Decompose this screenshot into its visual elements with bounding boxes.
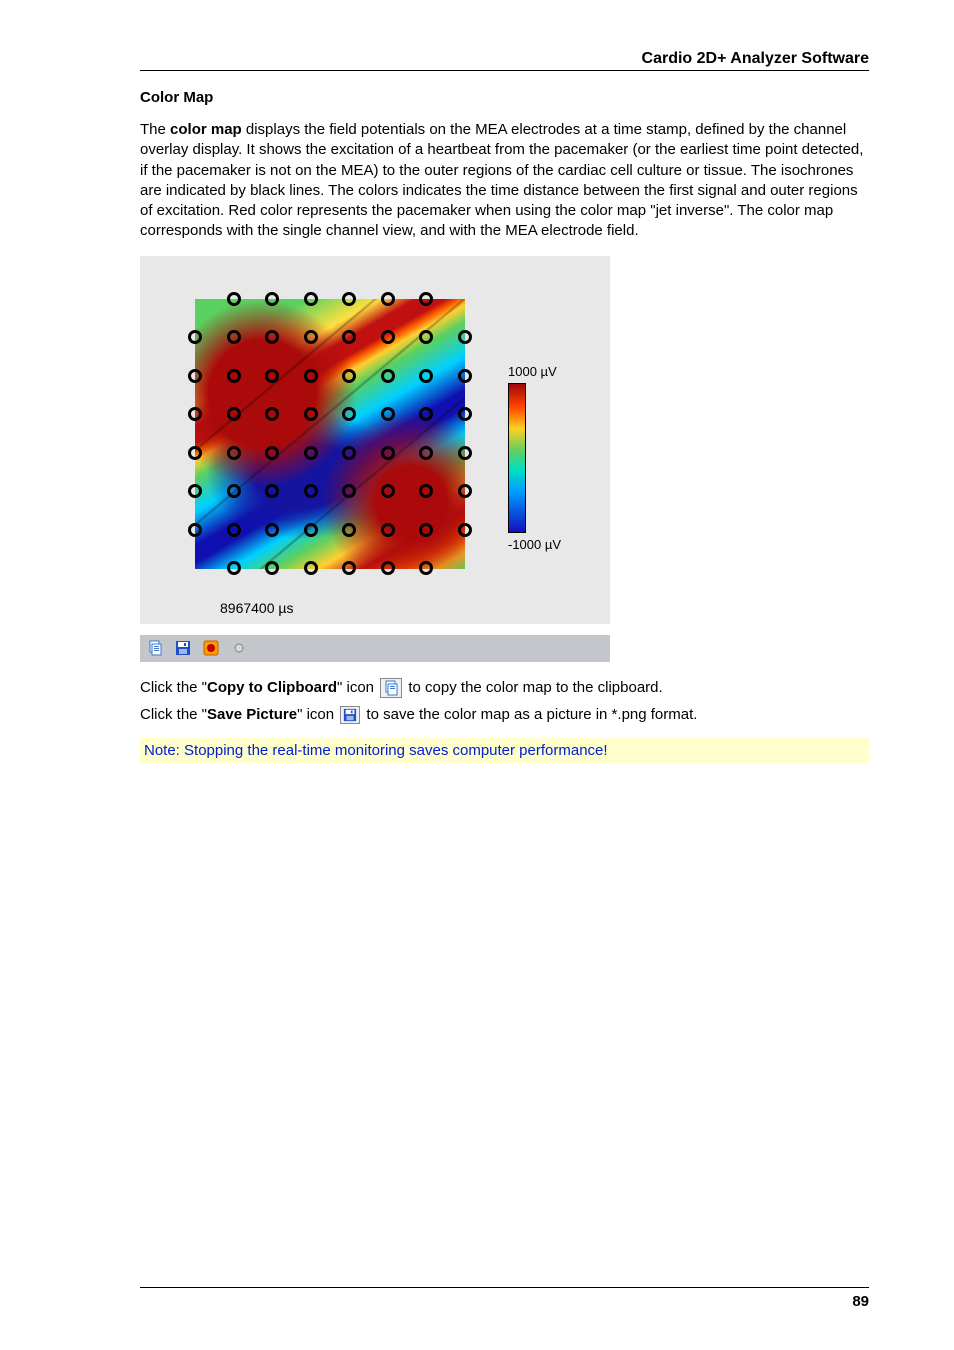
electrode: [342, 330, 356, 344]
electrode: [381, 561, 395, 575]
electrode: [227, 330, 241, 344]
electrode: [458, 407, 472, 421]
electrode: [265, 523, 279, 537]
electrode: [304, 446, 318, 460]
electrode: [342, 292, 356, 306]
electrode: [342, 523, 356, 537]
para-lead: The: [140, 121, 170, 138]
electrode: [381, 330, 395, 344]
electrode: [381, 407, 395, 421]
electrode: [265, 561, 279, 575]
electrode: [304, 330, 318, 344]
electrode-heatmap: // placeholder – electrodes drawn below …: [170, 274, 490, 594]
electrode: [227, 446, 241, 460]
figure-toolbar: [140, 634, 610, 662]
electrode: [304, 561, 318, 575]
electrode: [188, 407, 202, 421]
electrode: [188, 446, 202, 460]
electrode: [227, 407, 241, 421]
electrode: [419, 330, 433, 344]
electrode: [342, 561, 356, 575]
text: " icon: [337, 679, 378, 696]
electrode: [381, 523, 395, 537]
electrode: [265, 407, 279, 421]
para-bold-term: color map: [170, 121, 242, 138]
intro-paragraph: The color map displays the field potenti…: [140, 120, 869, 242]
electrode: [342, 369, 356, 383]
electrode: [188, 523, 202, 537]
electrode: [381, 369, 395, 383]
electrode: [265, 292, 279, 306]
electrode: [458, 330, 472, 344]
electrode: [458, 446, 472, 460]
electrode: [419, 446, 433, 460]
electrode: [419, 523, 433, 537]
save-picture-label: Save Picture: [207, 706, 297, 723]
electrode: [419, 484, 433, 498]
save-icon: [340, 706, 360, 724]
colorbar-gradient: [508, 383, 526, 533]
copy-to-clipboard-label: Copy to Clipboard: [207, 679, 337, 696]
note-text: Note: Stopping the real-time monitoring …: [144, 742, 608, 759]
electrode: [419, 369, 433, 383]
electrode: [419, 292, 433, 306]
instruction-copy: Click the "Copy to Clipboard" icon to co…: [140, 676, 869, 699]
electrode: [458, 484, 472, 498]
electrode: [381, 446, 395, 460]
copy-icon[interactable]: [146, 639, 164, 657]
electrode: [304, 484, 318, 498]
electrode: [381, 292, 395, 306]
electrode: [304, 292, 318, 306]
save-icon[interactable]: [174, 639, 192, 657]
colorbar-min-label: -1000 µV: [508, 537, 580, 552]
page-header: Cardio 2D+ Analyzer Software: [140, 50, 869, 71]
electrode: [419, 407, 433, 421]
footer-rule: [140, 1287, 869, 1288]
text: to save the color map as a picture in *.…: [362, 706, 697, 723]
electrode: [265, 484, 279, 498]
electrode: [188, 484, 202, 498]
text: to copy the color map to the clipboard.: [404, 679, 662, 696]
text: " icon: [297, 706, 338, 723]
status-dot-icon[interactable]: [230, 639, 248, 657]
page-number: 89: [852, 1293, 869, 1310]
instruction-save: Click the "Save Picture" icon to save th…: [140, 703, 869, 726]
electrode: [304, 407, 318, 421]
colorbar-max-label: 1000 µV: [508, 364, 580, 379]
electrode: [227, 292, 241, 306]
electrode: [188, 330, 202, 344]
note-box: Note: Stopping the real-time monitoring …: [140, 738, 869, 763]
colorbar: 1000 µV -1000 µV: [490, 274, 580, 552]
electrode: [342, 484, 356, 498]
electrode: [381, 484, 395, 498]
color-map-panel: // placeholder – electrodes drawn below …: [140, 256, 610, 624]
electrode: [419, 561, 433, 575]
electrode: [304, 369, 318, 383]
timestamp-label: 8967400 µs: [170, 600, 598, 616]
electrode: [265, 446, 279, 460]
electrode: [265, 369, 279, 383]
electrode: [227, 561, 241, 575]
section-heading: Color Map: [140, 89, 869, 106]
electrode: [265, 330, 279, 344]
para-rest: displays the field potentials on the MEA…: [140, 121, 863, 239]
text: Click the ": [140, 679, 207, 696]
electrode: [304, 523, 318, 537]
electrode: [188, 369, 202, 383]
electrode: [458, 369, 472, 383]
text: Click the ": [140, 706, 207, 723]
product-title: Cardio 2D+ Analyzer Software: [642, 50, 869, 67]
color-map-figure: // placeholder – electrodes drawn below …: [140, 256, 869, 662]
electrode: [227, 369, 241, 383]
electrode: [342, 446, 356, 460]
electrode: [227, 484, 241, 498]
record-indicator-icon[interactable]: [202, 639, 220, 657]
electrode: [342, 407, 356, 421]
electrode: [227, 523, 241, 537]
electrode: [458, 523, 472, 537]
copy-icon: [380, 678, 402, 698]
